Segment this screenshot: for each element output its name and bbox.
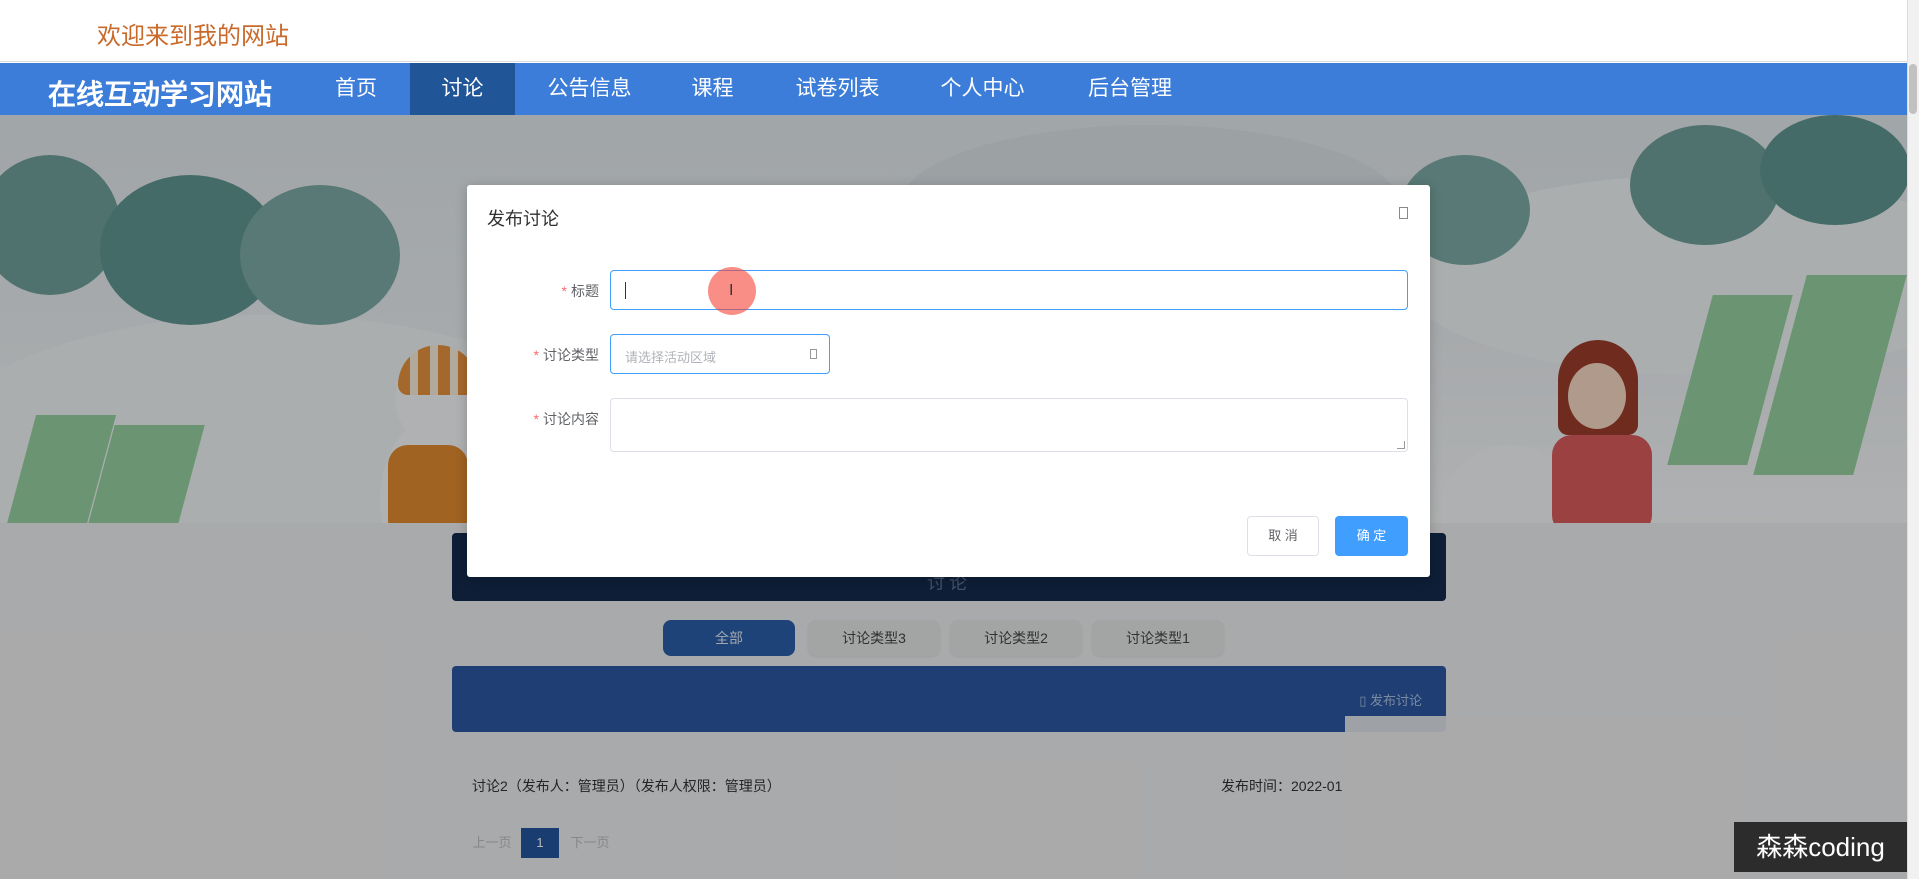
- content-textarea[interactable]: [610, 398, 1408, 452]
- type-select-placeholder: 请选择活动区域: [625, 350, 717, 365]
- site-name[interactable]: 在线互动学习网站: [48, 73, 272, 113]
- dialog-title: 发布讨论: [487, 209, 559, 229]
- watermark: 森森coding: [1734, 822, 1907, 872]
- scrollbar-thumb[interactable]: [1909, 64, 1917, 114]
- title-label: * 标题: [561, 283, 599, 299]
- content-label: * 讨论内容: [533, 411, 599, 427]
- text-cursor-icon: I: [729, 282, 734, 299]
- nav-item-admin[interactable]: 后台管理: [1070, 63, 1190, 115]
- nav-item-home[interactable]: 首页: [312, 63, 400, 115]
- text-caret: [625, 282, 626, 299]
- page-scrollbar[interactable]: [1907, 0, 1919, 879]
- welcome-bar: 欢迎来到我的网站: [0, 0, 1919, 62]
- close-icon[interactable]: [1399, 207, 1408, 219]
- cancel-button[interactable]: 取 消: [1247, 516, 1319, 556]
- main-nav: 在线互动学习网站 首页 讨论 公告信息 课程 试卷列表 个人中心 后台管理: [0, 63, 1907, 115]
- nav-item-announcements[interactable]: 公告信息: [532, 63, 647, 115]
- nav-item-courses[interactable]: 课程: [670, 63, 755, 115]
- confirm-button[interactable]: 确 定: [1335, 516, 1408, 556]
- resize-grip-icon[interactable]: [1397, 441, 1405, 449]
- nav-item-exams[interactable]: 试卷列表: [780, 63, 895, 115]
- type-select[interactable]: 请选择活动区域: [610, 334, 830, 374]
- nav-item-profile[interactable]: 个人中心: [925, 63, 1040, 115]
- chevron-down-icon: [810, 349, 817, 359]
- type-label: * 讨论类型: [533, 347, 599, 363]
- welcome-text: 欢迎来到我的网站: [97, 23, 289, 50]
- publish-discussion-dialog: 发布讨论 * 标题 * 讨论类型 请选择活动区域 * 讨论内容 取 消 确 定 I: [467, 185, 1430, 577]
- nav-item-discussion[interactable]: 讨论: [410, 63, 515, 115]
